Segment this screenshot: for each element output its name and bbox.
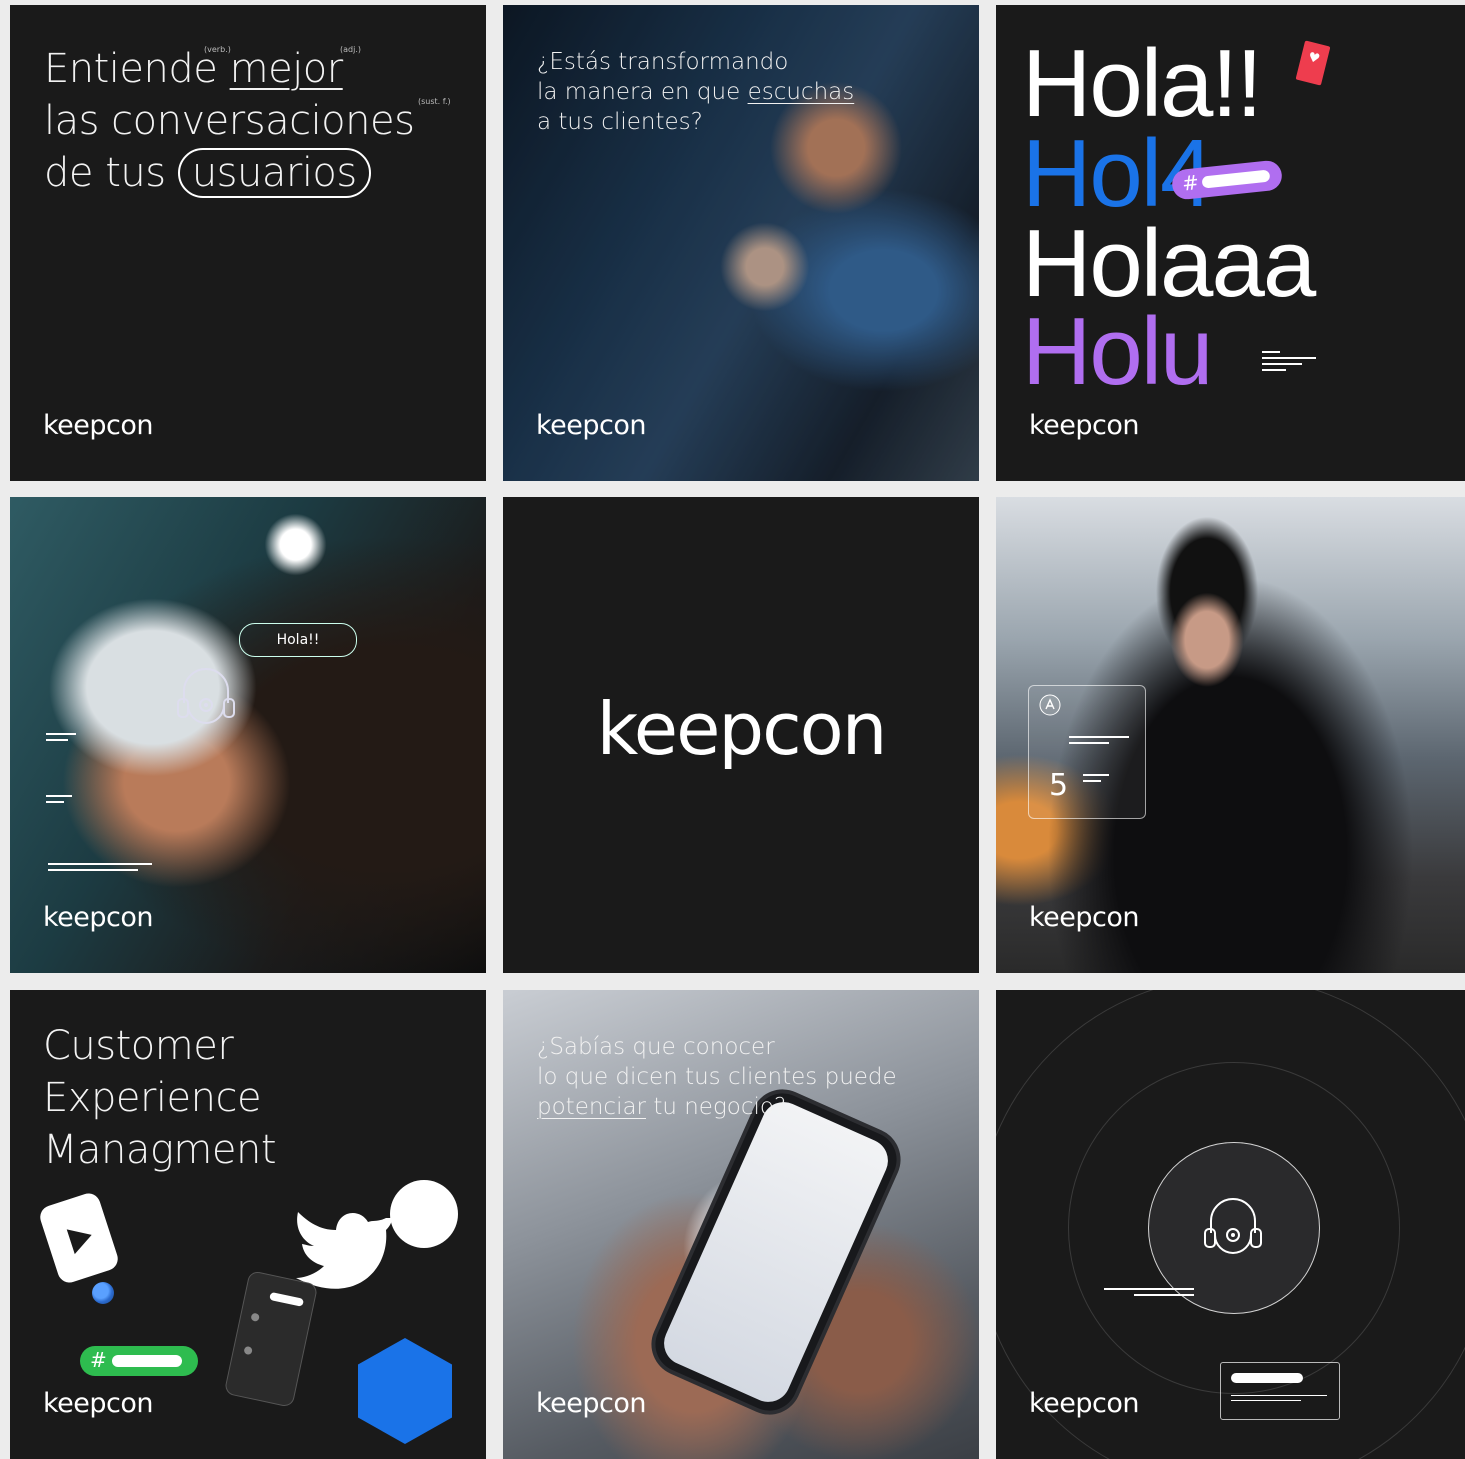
text-lines-decoration (1069, 736, 1129, 748)
headline-pill-word: usuarios (177, 148, 371, 198)
headline-underlined-word: mejor (229, 46, 344, 92)
keepcon-logo: keepcon (1029, 1388, 1140, 1419)
hexagon-shape (358, 1338, 452, 1444)
keepcon-logo: keepcon (1029, 410, 1140, 441)
keepcon-logo: keepcon (536, 410, 647, 441)
heart-icon: ♥ (1295, 40, 1331, 86)
hashtag-pill-green: # (80, 1346, 198, 1376)
headline-text: de tus (44, 150, 178, 196)
keepcon-logo: keepcon (43, 410, 154, 441)
hash-icon: # (90, 1348, 107, 1372)
post-tile-hola[interactable]: Hola!! Hol4 # Holaaa Holu ♥ keepcon (996, 5, 1465, 481)
post-tile-escuchas[interactable]: ¿Estás transformando la manera en que es… (503, 5, 979, 481)
hola-word-purple: Holu (1022, 298, 1213, 405)
cx-line: Managment (43, 1127, 277, 1173)
question-line: tu negocio? (646, 1094, 787, 1120)
question-underlined-word: escuchas (747, 79, 855, 105)
text-lines-decoration (1083, 774, 1109, 786)
cx-headline: Customer Experience Managment (43, 1020, 277, 1176)
chat-bubble: Hola!! (239, 623, 357, 657)
metric-value: 5 (1049, 768, 1069, 803)
pill-bar (112, 1355, 182, 1367)
question-line: lo que dicen tus clientes puede (537, 1064, 897, 1090)
text-lines-decoration (46, 795, 76, 807)
annotation: (adj.) (340, 45, 361, 54)
keepcon-logo: keepcon (536, 1388, 647, 1419)
decorative-circle (390, 1180, 458, 1248)
question-line: ¿Estás transformando (537, 49, 789, 75)
keepcon-logo: keepcon (43, 902, 154, 933)
notification-card (1220, 1362, 1340, 1420)
keepcon-logo: keepcon (1029, 902, 1140, 933)
headline-text: las conversaciones (44, 98, 415, 144)
text-lines-decoration (1104, 1288, 1194, 1300)
cx-line: Experience (43, 1075, 262, 1121)
question-text: ¿Sabías que conocer lo que dicen tus cli… (537, 1032, 897, 1122)
hola-word: Hola!! (1022, 30, 1263, 137)
annotation: (sust. f.) (418, 97, 451, 106)
globe-icon (92, 1282, 114, 1304)
annotation: (verb.) (204, 45, 231, 54)
post-tile-logo[interactable]: keepcon (503, 497, 979, 973)
post-tile-radar[interactable]: keepcon (996, 990, 1465, 1459)
headline-text: Entiende (44, 46, 230, 92)
post-tile-cx[interactable]: Customer Experience Managment # keepcon (10, 990, 486, 1459)
hola-word: Holaaa (1022, 210, 1316, 317)
glass-card: 5 (1028, 685, 1146, 819)
youtube-icon (37, 1190, 121, 1286)
text-lines-decoration (46, 733, 76, 745)
hash-icon: # (1180, 170, 1201, 196)
post-tile-hand-phone[interactable]: Hola!! keepcon (10, 497, 486, 973)
mini-phone-mockup (223, 1270, 319, 1408)
question-line: la manera en que (537, 79, 748, 105)
bot-headset-icon (1204, 1198, 1262, 1254)
post-tile-entiende[interactable]: Entiende mejor las conversaciones de tus… (10, 5, 486, 481)
app-store-icon (1039, 694, 1061, 716)
headline: Entiende mejor las conversaciones de tus… (44, 43, 415, 199)
question-text: ¿Estás transformando la manera en que es… (537, 47, 854, 137)
keepcon-logo-large: keepcon (596, 687, 888, 771)
question-underlined-word: potenciar (537, 1094, 647, 1120)
text-lines-decoration (1262, 351, 1316, 375)
question-line: a tus clientes? (537, 109, 703, 135)
phone-mockup (646, 1084, 906, 1420)
post-tile-sabias[interactable]: ¿Sabías que conocer lo que dicen tus cli… (503, 990, 979, 1459)
bot-headset-icon (177, 668, 235, 724)
cx-line: Customer (43, 1023, 234, 1069)
pill-bar (1201, 169, 1271, 189)
post-tile-man-phone[interactable]: 5 keepcon (996, 497, 1465, 973)
keepcon-logo: keepcon (43, 1388, 154, 1419)
text-lines-decoration (48, 863, 152, 875)
question-line: ¿Sabías que conocer (537, 1034, 775, 1060)
